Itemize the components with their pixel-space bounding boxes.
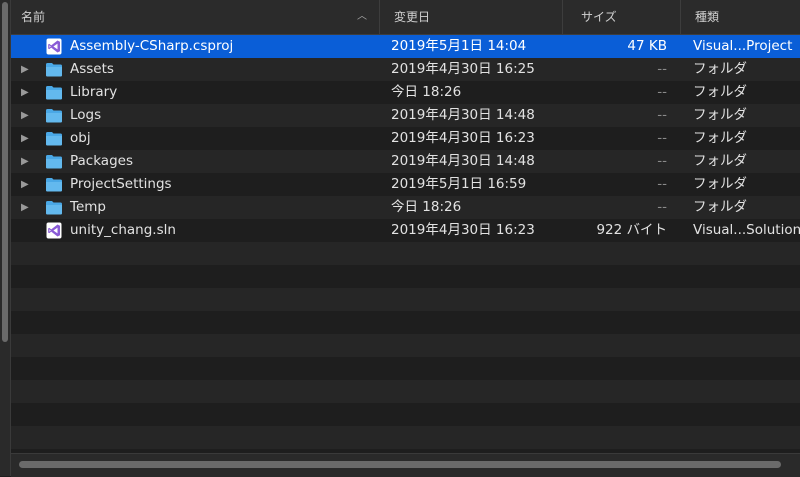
- file-name: unity_chang.sln: [70, 222, 176, 238]
- empty-row: [11, 403, 800, 426]
- file-size: --: [657, 176, 667, 192]
- finder-list-view: 名前 ︿ 変更日 サイズ 種類 Assembly-CSharp.csproj 20…: [0, 0, 800, 477]
- file-kind: フォルダ: [693, 176, 747, 192]
- folder-icon: [45, 107, 63, 124]
- disclosure-triangle-icon[interactable]: ▶: [21, 87, 29, 98]
- empty-row: [11, 311, 800, 334]
- file-kind: フォルダ: [693, 199, 747, 215]
- column-header-name[interactable]: 名前 ︿: [11, 0, 380, 34]
- file-date-modified: 2019年4月30日 16:23: [391, 222, 535, 238]
- file-date-modified: 2019年5月1日 16:59: [391, 176, 527, 192]
- folder-icon: [45, 130, 63, 147]
- file-size: --: [657, 84, 667, 100]
- column-header-size-label: サイズ: [581, 10, 617, 24]
- file-kind: フォルダ: [693, 153, 747, 169]
- file-date-modified: 2019年4月30日 16:23: [391, 130, 535, 146]
- file-kind: Visual...Project: [693, 38, 793, 54]
- column-header-kind-label: 種類: [695, 10, 720, 24]
- file-date-modified: 2019年4月30日 14:48: [391, 153, 535, 169]
- folder-row[interactable]: ▶ Library 今日 18:26 -- フォルダ: [11, 81, 800, 104]
- file-name: ProjectSettings: [70, 176, 172, 192]
- file-name: Temp: [70, 199, 106, 215]
- disclosure-triangle-icon[interactable]: ▶: [21, 110, 29, 121]
- file-date-modified: 今日 18:26: [391, 199, 462, 215]
- file-date-modified: 今日 18:26: [391, 84, 462, 100]
- horizontal-scrollbar-thumb[interactable]: [19, 461, 781, 468]
- empty-row: [11, 242, 800, 265]
- file-size: 47 KB: [627, 38, 667, 54]
- file-name: Assembly-CSharp.csproj: [70, 38, 234, 54]
- file-size: --: [657, 153, 667, 169]
- file-kind: Visual...Solution: [693, 222, 800, 238]
- file-kind: フォルダ: [693, 107, 747, 123]
- file-row[interactable]: unity_chang.sln 2019年4月30日 16:23 922 バイト Vi…: [11, 219, 800, 242]
- disclosure-triangle-icon[interactable]: ▶: [21, 156, 29, 167]
- horizontal-scrollbar[interactable]: [11, 453, 800, 477]
- disclosure-triangle-icon[interactable]: ▶: [21, 179, 29, 190]
- column-header-date-label: 変更日: [394, 10, 431, 24]
- column-header: 名前 ︿ 変更日 サイズ 種類: [11, 0, 800, 35]
- empty-row: [11, 426, 800, 449]
- disclosure-triangle-icon[interactable]: ▶: [21, 64, 29, 75]
- file-name: obj: [70, 130, 91, 146]
- file-name: Library: [70, 84, 118, 100]
- disclosure-triangle-icon[interactable]: ▶: [21, 202, 29, 213]
- file-name: Packages: [70, 153, 133, 169]
- column-header-name-label: 名前: [21, 10, 46, 24]
- file-name: Assets: [70, 61, 114, 77]
- vertical-scrollbar-thumb[interactable]: [2, 2, 8, 342]
- empty-row: [11, 288, 800, 311]
- folder-icon: [45, 61, 63, 78]
- file-size: 922 バイト: [596, 222, 667, 238]
- file-list: Assembly-CSharp.csproj 2019年5月1日 14:04 47 …: [11, 35, 800, 453]
- file-size: --: [657, 130, 667, 146]
- visual-studio-icon: [45, 38, 63, 55]
- empty-row: [11, 357, 800, 380]
- file-row[interactable]: Assembly-CSharp.csproj 2019年5月1日 14:04 47 …: [11, 35, 800, 58]
- file-name: Logs: [70, 107, 102, 123]
- folder-row[interactable]: ▶ obj 2019年4月30日 16:23 -- フォルダ: [11, 127, 800, 150]
- file-size: --: [657, 107, 667, 123]
- file-date-modified: 2019年4月30日 16:25: [391, 61, 535, 77]
- sort-ascending-icon: ︿: [357, 11, 367, 22]
- folder-icon: [45, 176, 63, 193]
- file-size: --: [657, 61, 667, 77]
- folder-row[interactable]: ▶ Packages 2019年4月30日 14:48 -- フォルダ: [11, 150, 800, 173]
- folder-row[interactable]: ▶ Temp 今日 18:26 -- フォルダ: [11, 196, 800, 219]
- visual-studio-icon: [45, 222, 63, 239]
- folder-icon: [45, 199, 63, 216]
- file-date-modified: 2019年4月30日 14:48: [391, 107, 535, 123]
- vertical-scrollbar[interactable]: [0, 0, 11, 476]
- disclosure-triangle-icon[interactable]: ▶: [21, 133, 29, 144]
- file-date-modified: 2019年5月1日 14:04: [391, 38, 527, 54]
- column-header-kind[interactable]: 種類: [681, 0, 800, 34]
- folder-icon: [45, 153, 63, 170]
- column-header-size[interactable]: サイズ: [563, 0, 681, 34]
- file-size: --: [657, 199, 667, 215]
- empty-row: [11, 265, 800, 288]
- folder-row[interactable]: ▶ Assets 2019年4月30日 16:25 -- フォルダ: [11, 58, 800, 81]
- file-kind: フォルダ: [693, 130, 747, 146]
- empty-row: [11, 380, 800, 403]
- file-kind: フォルダ: [693, 84, 747, 100]
- folder-icon: [45, 84, 63, 101]
- folder-row[interactable]: ▶ Logs 2019年4月30日 14:48 -- フォルダ: [11, 104, 800, 127]
- empty-row: [11, 334, 800, 357]
- column-header-date[interactable]: 変更日: [380, 0, 563, 34]
- folder-row[interactable]: ▶ ProjectSettings 2019年5月1日 16:59 -- フォルダ: [11, 173, 800, 196]
- file-kind: フォルダ: [693, 61, 747, 77]
